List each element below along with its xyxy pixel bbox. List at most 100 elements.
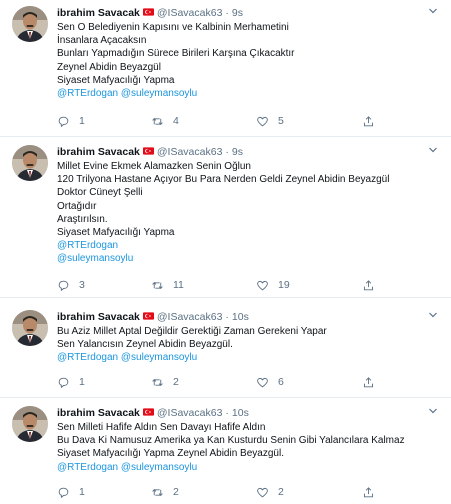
reply-count: 1 [79,115,85,127]
tweet-text-line: 120 Trilyona Hastane Açıyor Bu Para Nerd… [57,174,390,186]
tweet-text-line: Araştırılsın. [57,213,108,225]
tweet-text: Bu Aziz Millet Aptal Değildir Gerektiği … [57,325,441,365]
tweet-text-line: Doktor Cüneyt Şelli [57,187,143,199]
retweet-icon [151,115,164,128]
tweet-header: ibrahim Savacak @ISavacak63 · 10s [57,309,441,325]
retweet-button[interactable]: 2 [151,485,179,499]
like-count: 19 [278,279,290,291]
retweet-icon [151,279,164,292]
heart-icon [256,115,269,128]
retweet-button[interactable]: 4 [151,114,179,128]
tweet[interactable]: ibrahim Savacak @ISavacak63 · 10s Sen Mi… [0,398,451,504]
tweet-text-line: Sen Milleti Hafife Aldın Sen Davayı Hafi… [57,422,266,433]
turkey-flag-icon [143,312,154,320]
heart-icon [256,279,269,292]
retweet-count: 2 [173,376,179,388]
tweet-text-line: Bunları Yapmadığın Sürece Birileri Karşı… [57,48,295,60]
reply-count: 3 [79,279,85,291]
tweet-text: Sen Milleti Hafife Aldın Sen Davayı Hafi… [57,421,441,474]
retweet-count: 4 [173,115,179,127]
author-name[interactable]: ibrahim Savacak [57,407,140,419]
chevron-down-icon[interactable] [427,406,439,416]
retweet-count: 2 [173,486,179,498]
tweet-header: ibrahim Savacak @ISavacak63 · 9s [57,144,441,160]
reply-button[interactable]: 1 [57,375,85,389]
reply-button[interactable]: 3 [57,278,85,292]
share-button[interactable] [362,485,375,499]
share-icon [362,115,375,128]
avatar[interactable] [12,406,48,442]
separator-dot: · [225,146,229,158]
tweet-text: Sen O Belediyenin Kapısını ve Kalbinin M… [57,21,441,100]
tweet-text-line: Bu Aziz Millet Aptal Değildir Gerektiği … [57,326,327,337]
share-button[interactable] [362,278,375,292]
timestamp[interactable]: 10s [232,407,249,419]
tweet-feed: ibrahim Savacak @ISavacak63 · 9s Sen O B… [0,0,451,504]
timestamp[interactable]: 9s [232,146,243,158]
share-button[interactable] [362,114,375,128]
turkey-flag-icon [143,147,154,155]
tweet[interactable]: ibrahim Savacak @ISavacak63 · 9s Millet … [0,137,451,298]
author-name[interactable]: ibrahim Savacak [57,7,140,19]
timestamp[interactable]: 9s [232,7,243,19]
tweet[interactable]: ibrahim Savacak @ISavacak63 · 10s Bu Azi… [0,298,451,398]
chevron-down-icon[interactable] [427,6,439,16]
like-button[interactable]: 2 [256,485,284,499]
reply-icon [57,279,70,292]
like-button[interactable]: 19 [256,278,290,292]
heart-icon [256,486,269,499]
share-button[interactable] [362,375,375,389]
author-name[interactable]: ibrahim Savacak [57,146,140,158]
tweet-text-line: İnsanlara Açacaksın [57,35,147,47]
chevron-down-icon[interactable] [427,310,439,320]
share-icon [362,376,375,389]
reply-icon [57,115,70,128]
retweet-count: 11 [173,279,184,291]
heart-icon [256,376,269,389]
author-name[interactable]: ibrahim Savacak [57,311,140,323]
author-handle[interactable]: @ISavacak63 [157,311,223,323]
author-handle[interactable]: @ISavacak63 [157,407,223,419]
tweet-text-line: Sen Yalancısın Zeynel Abidin Beyazgül. [57,339,233,351]
tweet-text: Millet Evine Ekmek Alamazken Senin Oğlun… [57,160,441,266]
tweet[interactable]: ibrahim Savacak @ISavacak63 · 9s Sen O B… [0,0,451,137]
like-button[interactable]: 5 [256,114,284,128]
like-button[interactable]: 6 [256,375,284,389]
author-handle[interactable]: @ISavacak63 [157,7,223,19]
reply-button[interactable]: 1 [57,485,85,499]
tweet-text-line: Ortağıdır [57,200,97,212]
tweet-actions: 1 4 5 [0,114,451,128]
avatar[interactable] [12,145,48,181]
mention-links[interactable]: @RTErdogan @suleymansoylu [57,351,441,364]
mention-links[interactable]: @RTErdogan @suleymansoylu [57,461,441,474]
timestamp[interactable]: 10s [232,311,249,323]
retweet-button[interactable]: 11 [151,278,184,292]
tweet-actions: 1 2 2 [0,485,451,499]
retweet-button[interactable]: 2 [151,375,179,389]
tweet-header: ibrahim Savacak @ISavacak63 · 9s [57,5,441,21]
like-count: 5 [278,115,284,127]
tweet-actions: 3 11 19 [0,278,451,292]
mention-links[interactable]: @RTErdogan @suleymansoylu [57,87,441,100]
mention-link[interactable]: @RTErdogan [57,239,441,252]
separator-dot: · [225,7,229,19]
reply-icon [57,486,70,499]
author-handle[interactable]: @ISavacak63 [157,146,223,158]
separator-dot: · [225,407,229,419]
reply-button[interactable]: 1 [57,114,85,128]
avatar[interactable] [12,6,48,42]
tweet-text-line: Bu Dava Ki Namusuz Amerika ya Kan Kustur… [57,435,405,447]
avatar[interactable] [12,310,48,346]
retweet-icon [151,376,164,389]
reply-icon [57,376,70,389]
share-icon [362,279,375,292]
tweet-text-line: Sen O Belediyenin Kapısını ve Kalbinin M… [57,22,289,33]
tweet-header: ibrahim Savacak @ISavacak63 · 10s [57,405,441,421]
tweet-text-line: Zeynel Abidin Beyazgül [57,61,161,73]
retweet-icon [151,486,164,499]
tweet-text-line: Siyaset Mafyacılığı Yapma [57,74,175,86]
tweet-text-line: Millet Evine Ekmek Alamazken Senin Oğlun [57,161,251,172]
separator-dot: · [225,311,229,323]
mention-link[interactable]: @suleymansoylu [57,252,441,265]
chevron-down-icon[interactable] [427,145,439,155]
